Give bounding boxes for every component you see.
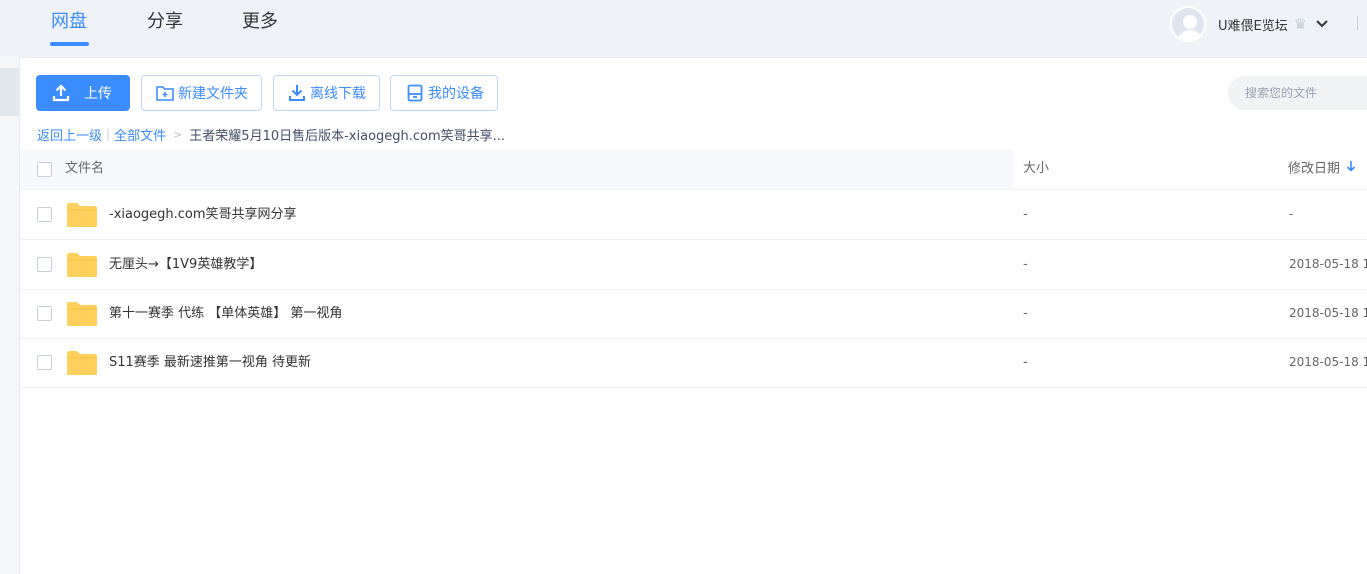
sidebar-selected-item[interactable]: [0, 68, 19, 116]
row-checkbox[interactable]: [37, 207, 52, 222]
breadcrumb-arrow: >: [173, 127, 183, 141]
username[interactable]: U难偎E览坛: [1218, 15, 1288, 34]
file-modified: 2018-05-18 1(: [1289, 355, 1367, 369]
select-all-checkbox[interactable]: [37, 162, 52, 177]
folder-icon: [67, 253, 97, 277]
breadcrumb-all-files-link[interactable]: 全部文件: [114, 125, 166, 144]
header-divider: [1357, 16, 1358, 30]
crown-icon: ♛: [1293, 15, 1308, 33]
avatar[interactable]: [1170, 6, 1206, 42]
nav-tab-more[interactable]: 更多: [242, 10, 278, 34]
offline-download-label: 离线下载: [310, 86, 366, 102]
folder-icon: [67, 351, 97, 375]
breadcrumb: 返回上一级 | 全部文件 > 王者荣耀5月10日售后版本-xiaogegh.co…: [37, 125, 506, 144]
chevron-down-icon[interactable]: [1315, 17, 1329, 31]
file-modified: 2018-05-18 1(: [1289, 257, 1367, 271]
file-name[interactable]: S11赛季 最新速推第一视角 待更新: [109, 338, 311, 387]
row-checkbox[interactable]: [37, 306, 52, 321]
folder-icon: [67, 203, 97, 227]
user-menu[interactable]: U难偎E览坛 ♛: [1170, 5, 1329, 43]
file-modified: -: [1289, 207, 1294, 221]
breadcrumb-separator: |: [106, 127, 111, 141]
row-checkbox[interactable]: [37, 355, 52, 370]
file-modified: 2018-05-18 1(: [1289, 306, 1367, 320]
device-icon: [406, 84, 424, 102]
column-header-modified-label: 修改日期: [1288, 161, 1341, 177]
new-folder-icon: [156, 84, 174, 102]
file-panel: 上传 新建文件夹 离线下载 我的设备 搜索您的文件 返回上一级 | 全部文件 >…: [19, 57, 1367, 574]
my-devices-button[interactable]: 我的设备: [390, 75, 498, 111]
column-header-name[interactable]: 文件名: [65, 149, 104, 189]
sidebar-strip: [0, 56, 19, 574]
table-header: 文件名 大小 修改日期: [20, 149, 1367, 190]
file-name[interactable]: -xiaogegh.com笑哥共享网分享: [109, 190, 297, 239]
search-box[interactable]: [1228, 76, 1367, 110]
file-name[interactable]: 无厘头→【1V9英雄教学】: [109, 240, 262, 289]
new-folder-button[interactable]: 新建文件夹: [141, 75, 262, 111]
file-size: -: [1023, 306, 1028, 321]
nav-tab-netdisk[interactable]: 网盘: [51, 10, 87, 34]
offline-download-button[interactable]: 离线下载: [273, 75, 380, 111]
column-header-size[interactable]: 大小: [1023, 149, 1049, 189]
table-row[interactable]: -xiaogegh.com笑哥共享网分享 - -: [20, 190, 1367, 240]
breadcrumb-back-link[interactable]: 返回上一级: [37, 125, 102, 144]
top-nav-bar: 网盘 分享 更多 U难偎E览坛 ♛: [0, 0, 1367, 56]
file-name[interactable]: 第十一赛季 代练 【单体英雄】 第一视角: [109, 289, 342, 338]
folder-icon: [67, 302, 97, 326]
download-icon: [288, 84, 306, 102]
row-checkbox[interactable]: [37, 257, 52, 272]
file-size: -: [1023, 207, 1028, 222]
breadcrumb-current: 王者荣耀5月10日售后版本-xiaogegh.com笑哥共享...: [189, 128, 506, 144]
upload-button[interactable]: 上传: [36, 75, 130, 111]
upload-label: 上传: [84, 86, 112, 102]
upload-icon: [52, 84, 70, 102]
table-row[interactable]: S11赛季 最新速推第一视角 待更新 - 2018-05-18 1(: [20, 338, 1367, 388]
search-input[interactable]: [1245, 86, 1365, 100]
file-size: -: [1023, 257, 1028, 272]
new-folder-label: 新建文件夹: [178, 86, 248, 102]
nav-tab-share[interactable]: 分享: [147, 10, 183, 34]
sort-descending-icon: [1346, 149, 1356, 189]
active-tab-indicator: [50, 42, 89, 46]
table-row[interactable]: 无厘头→【1V9英雄教学】 - 2018-05-18 1(: [20, 240, 1367, 290]
table-row[interactable]: 第十一赛季 代练 【单体英雄】 第一视角 - 2018-05-18 1(: [20, 289, 1367, 339]
column-header-modified[interactable]: 修改日期: [1288, 149, 1356, 189]
file-size: -: [1023, 355, 1028, 370]
my-devices-label: 我的设备: [428, 86, 484, 102]
